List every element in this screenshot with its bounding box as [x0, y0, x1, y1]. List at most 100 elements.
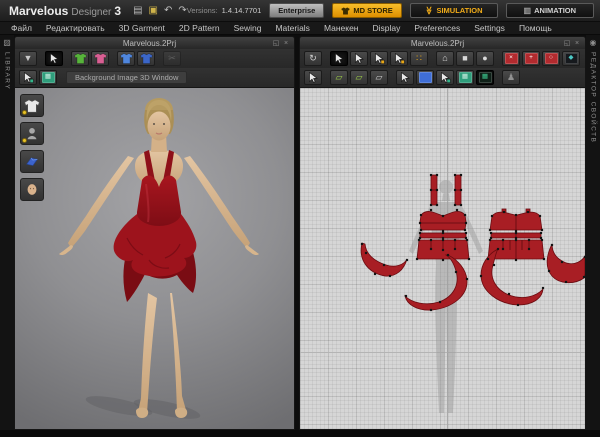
animation-button[interactable]: ▥ ANIMATION — [505, 3, 594, 18]
toolbar-2d-row1: ↻ ∷ ⌂ ■ ● × + ○ ◆ — [299, 49, 586, 68]
edit-curve-point-tool[interactable] — [390, 51, 408, 66]
scene-object-stack — [20, 94, 44, 201]
select-move-tool[interactable] — [45, 51, 63, 66]
menu-item-preferences[interactable]: Preferences — [407, 23, 467, 33]
polygon-pattern-tool[interactable]: ⌂ — [436, 51, 454, 66]
select-background-tool[interactable] — [19, 70, 37, 85]
menu-item-settings[interactable]: Settings — [467, 23, 512, 33]
version-value: 1.4.14.7701 — [221, 6, 262, 15]
viewport-2d[interactable] — [299, 87, 586, 430]
rectangle-pattern-tool[interactable]: ■ — [456, 51, 474, 66]
menu-item-2d-pattern[interactable]: 2D Pattern — [172, 23, 227, 33]
stats-icon[interactable]: ▤ — [133, 5, 142, 16]
scene-tab-head[interactable] — [20, 178, 44, 201]
background-image-selector[interactable]: Background Image 3D Window — [66, 71, 188, 84]
edit-pattern-layout-tool[interactable] — [304, 70, 322, 85]
open-folder-icon[interactable]: ▣ — [149, 5, 158, 16]
main-area: ▨ LIBRARY Marvelous.2Prj ◱ × ▼ ✂ ▦ Backgr… — [0, 35, 600, 430]
close-pane-icon[interactable]: × — [281, 40, 291, 47]
transform-pattern-tool[interactable] — [330, 51, 348, 66]
title-bar: Marvelous Designer 3 ▤ ▣ ↶ ↷ Versions: 1.4.1… — [0, 0, 600, 22]
select-grid-texture-tool[interactable] — [436, 70, 454, 85]
property-editor-panel-strip[interactable]: ◉ РЕДАКТОР СВОЙСТВ — [586, 35, 600, 430]
show-hide-dropdown-tool[interactable]: ▼ — [19, 51, 37, 66]
add-point-split-tool[interactable]: ∷ — [410, 51, 428, 66]
app-window: Marvelous Designer 3 ▤ ▣ ↶ ↷ Versions: 1.4.1… — [0, 0, 600, 437]
property-editor-panel-label: РЕДАКТОР СВОЙСТВ — [589, 52, 597, 144]
logo-word-designer: Designer — [71, 6, 112, 18]
dart-plus-tool[interactable]: + — [522, 51, 540, 66]
show-garment-fit-toggle[interactable] — [91, 51, 109, 66]
menu-item-sewing[interactable]: Sewing — [227, 23, 269, 33]
texture-editor-toggle[interactable]: ▦ — [476, 70, 494, 85]
dart-x-tool[interactable]: × — [502, 51, 520, 66]
show-avatar-silhouette-toggle[interactable]: ♟ — [502, 70, 520, 85]
restore-pane-icon[interactable]: ◱ — [562, 40, 572, 47]
enterprise-badge[interactable]: Enterprise — [269, 3, 325, 18]
fabric-swatch[interactable] — [416, 70, 434, 85]
md-store-shirt-icon — [341, 7, 351, 14]
avatar-3d-render — [59, 98, 259, 419]
restore-pane-icon[interactable]: ◱ — [271, 40, 281, 47]
tabbar-2d: Marvelous.2Prj ◱ × — [299, 36, 586, 49]
menu-item-avatar[interactable]: Манекен — [317, 23, 366, 33]
modified-badge — [22, 110, 27, 115]
version-info: Versions: 1.4.14.7701 — [187, 6, 261, 15]
rotate-pattern-tool[interactable]: ▱ — [370, 70, 388, 85]
tabbar-3d: Marvelous.2Prj ◱ × — [14, 36, 295, 49]
menu-item-materials[interactable]: Materials — [268, 23, 316, 33]
circle-pattern-tool[interactable]: ● — [476, 51, 494, 66]
toolbar-3d-row1: ▼ ✂ — [14, 49, 295, 68]
close-pane-icon[interactable]: × — [572, 40, 582, 47]
mirror-pattern-tool[interactable]: ▱ — [350, 70, 368, 85]
menu-item-display[interactable]: Display — [366, 23, 408, 33]
menu-item-3d-garment[interactable]: 3D Garment — [112, 23, 172, 33]
version-label: Versions: — [186, 6, 218, 15]
sync-2d-3d-tool[interactable]: ↻ — [304, 51, 322, 66]
library-panel-label: LIBRARY — [3, 52, 11, 91]
modified-badge — [22, 138, 27, 143]
edit-curvature-tool[interactable] — [370, 51, 388, 66]
dart-circle-tool[interactable]: ○ — [542, 51, 560, 66]
seam-point-tool[interactable]: ◆ — [562, 51, 580, 66]
redo-icon[interactable]: ↷ — [178, 5, 186, 16]
library-panel-strip[interactable]: ▨ LIBRARY — [0, 35, 14, 430]
md-store-button[interactable]: MD STORE — [332, 3, 402, 18]
scene-tab-garment[interactable] — [20, 94, 44, 117]
toolbar-3d-row2: ▦ Background Image 3D Window — [14, 68, 295, 87]
show-garment-3d-toggle[interactable] — [71, 51, 89, 66]
move-pattern-tool[interactable]: ▱ — [330, 70, 348, 85]
background-texture-swatch[interactable]: ▦ — [39, 70, 57, 85]
pattern-point-markers — [360, 173, 585, 312]
menu-bar: Файл Редактировать 3D Garment 2D Pattern Sew… — [0, 22, 600, 35]
library-icon: ▨ — [3, 38, 11, 47]
app-logo: Marvelous Designer 3 — [9, 4, 121, 18]
toolbar-2d-row2: ▱ ▱ ▱ ▦ ▦ ♟ — [299, 68, 586, 87]
logo-word-marvelous: Marvelous — [9, 3, 69, 18]
quick-toolbar: ▤ ▣ ↶ ↷ — [133, 5, 187, 16]
bottom-frame — [0, 430, 600, 437]
tab-2d-window[interactable]: Marvelous.2Prj — [313, 39, 562, 48]
menu-item-edit[interactable]: Редактировать — [39, 23, 112, 33]
pattern-pieces-render — [360, 173, 585, 413]
menu-item-help[interactable]: Помощь — [512, 23, 559, 33]
scissors-tool[interactable]: ✂ — [163, 51, 181, 66]
workspace: Marvelous.2Prj ◱ × ▼ ✂ ▦ Background Image… — [14, 35, 586, 430]
simulation-button[interactable]: ≫ SIMULATION — [409, 3, 498, 18]
tab-3d-window[interactable]: Marvelous.2Prj — [28, 39, 271, 48]
simulation-icon: ≫ — [424, 6, 434, 15]
scene-tab-fabric[interactable] — [20, 150, 44, 173]
transform-point-tool[interactable] — [350, 51, 368, 66]
undo-icon[interactable]: ↶ — [164, 5, 172, 16]
fit-garment-tool[interactable] — [137, 51, 155, 66]
menu-item-file[interactable]: Файл — [4, 23, 39, 33]
grid-texture-swatch[interactable]: ▦ — [456, 70, 474, 85]
select-texture-tool[interactable] — [396, 70, 414, 85]
property-editor-icon: ◉ — [589, 38, 597, 47]
viewport-3d[interactable] — [14, 87, 295, 430]
scene-tab-avatar[interactable] — [20, 122, 44, 145]
pane-2d: Marvelous.2Prj ◱ × ↻ ∷ ⌂ ■ ● × + ○ ◆ ▱ ▱ ▱ ▦ ▦ ♟ — [299, 36, 586, 430]
pane-3d: Marvelous.2Prj ◱ × ▼ ✂ ▦ Background Image… — [14, 36, 295, 430]
drape-garment-tool[interactable] — [117, 51, 135, 66]
pattern-pieces — [360, 174, 585, 311]
